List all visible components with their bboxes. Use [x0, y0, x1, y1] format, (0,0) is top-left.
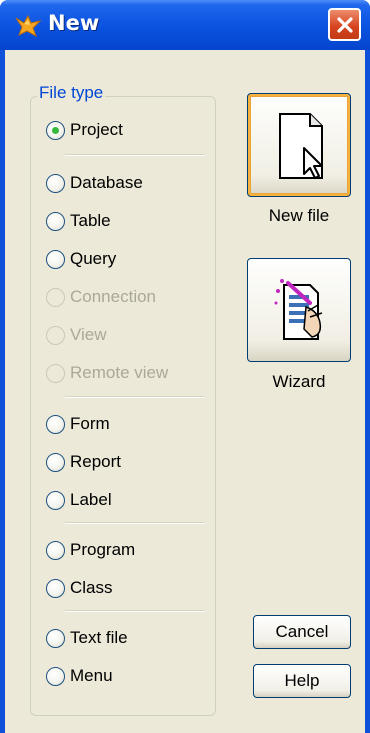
wizard-icon [274, 279, 323, 340]
help-button[interactable]: Help [253, 664, 351, 698]
radio-label: Project [70, 120, 123, 139]
radio-circle [46, 452, 65, 472]
separator [65, 610, 205, 612]
new-file-label: New file [268, 206, 330, 225]
help-label: Help [284, 671, 320, 690]
radio-menu[interactable]: Menu [46, 664, 113, 688]
radio-circle [46, 325, 65, 345]
radio-circle [46, 120, 65, 140]
radio-circle [46, 211, 65, 231]
new-document-icon [279, 113, 323, 179]
radio-label: Table [70, 211, 111, 230]
fox-app-icon [15, 14, 42, 38]
title-bar[interactable]: New [0, 0, 370, 50]
radio-table[interactable]: Table [46, 209, 111, 233]
radio-report[interactable]: Report [46, 450, 121, 474]
radio-circle [46, 666, 65, 686]
radio-view: View [46, 323, 107, 347]
radio-circle [46, 490, 65, 510]
radio-circle [46, 628, 65, 648]
dialog-client-area: File type Project Database Table Query C… [5, 50, 365, 733]
window-title: New [48, 11, 100, 35]
radio-label: Class [70, 578, 113, 597]
radio-label: Menu [70, 666, 113, 685]
wizard-label: Wizard [272, 372, 326, 391]
radio-label: Text file [70, 628, 128, 647]
radio-label: Database [70, 173, 143, 192]
radio-class[interactable]: Class [46, 576, 113, 600]
radio-label-type[interactable]: Label [46, 488, 112, 512]
radio-circle [46, 287, 65, 307]
wizard-button[interactable] [247, 258, 351, 362]
radio-program[interactable]: Program [46, 538, 135, 562]
radio-query[interactable]: Query [46, 247, 116, 271]
separator [65, 522, 205, 524]
radio-circle [46, 363, 65, 383]
separator [65, 396, 205, 398]
radio-database[interactable]: Database [46, 171, 143, 195]
cancel-label: Cancel [275, 622, 329, 641]
cancel-button[interactable]: Cancel [253, 615, 351, 649]
separator [65, 154, 205, 156]
radio-circle [46, 173, 65, 193]
radio-circle [46, 249, 65, 269]
radio-label: Report [70, 452, 122, 471]
radio-label: Form [70, 414, 110, 433]
radio-label: View [70, 325, 107, 344]
new-file-button[interactable] [247, 93, 351, 197]
radio-form[interactable]: Form [46, 412, 110, 436]
radio-label: Connection [70, 287, 157, 306]
radio-selected-dot [52, 126, 59, 134]
radio-circle [46, 540, 65, 560]
radio-circle [46, 578, 65, 598]
radio-text-file[interactable]: Text file [46, 626, 128, 650]
file-type-label: File type [37, 83, 106, 103]
new-dialog: New File type Project Database Table Que… [0, 0, 370, 733]
close-icon [336, 16, 353, 33]
radio-circle [46, 414, 65, 434]
radio-project[interactable]: Project [46, 118, 123, 142]
radio-label: Program [70, 540, 136, 559]
radio-connection: Connection [46, 285, 156, 309]
radio-label: Remote view [70, 363, 169, 382]
radio-label: Label [70, 490, 112, 509]
close-button[interactable] [328, 8, 361, 41]
radio-remote-view: Remote view [46, 361, 168, 385]
radio-label: Query [70, 249, 117, 268]
